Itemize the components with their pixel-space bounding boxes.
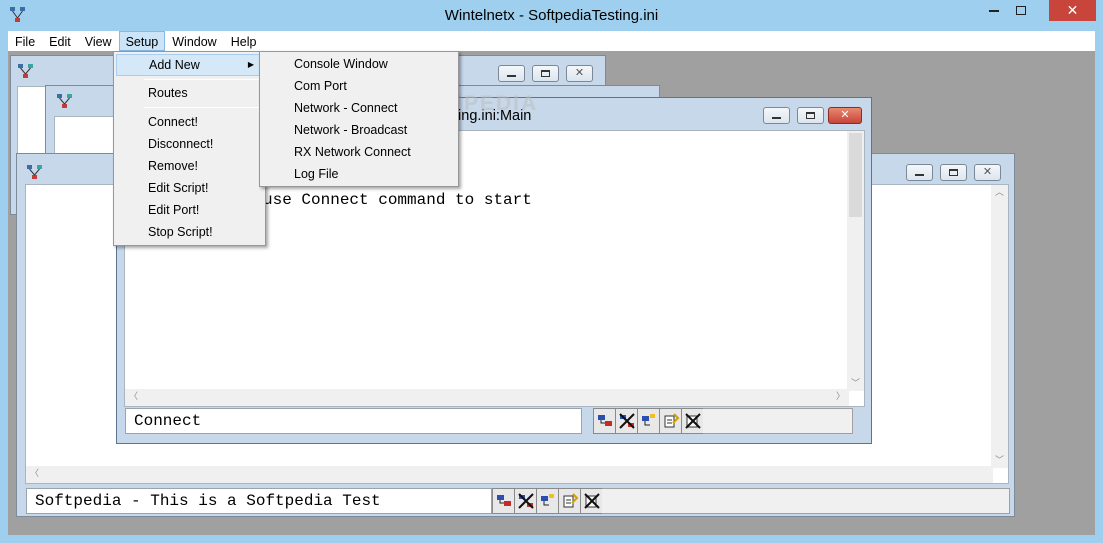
minimize-icon [915, 174, 924, 176]
maximize-icon [949, 169, 958, 176]
stop-button[interactable] [681, 408, 704, 434]
maximize-icon [541, 70, 550, 77]
scroll-down-icon[interactable]: ﹀ [995, 456, 1004, 465]
disconnect-button[interactable] [615, 408, 638, 434]
connect-icon [496, 495, 511, 506]
network-icon [18, 64, 33, 78]
script-button[interactable] [637, 408, 660, 434]
disconnect-icon [517, 493, 534, 509]
minimize-icon [507, 75, 516, 77]
menu-bar: File Edit View Setup Window Help [8, 31, 1095, 51]
menu-separator [144, 79, 262, 80]
connect-icon [597, 415, 612, 426]
horizontal-scrollbar[interactable]: 〈 [26, 466, 993, 483]
stop-icon [583, 493, 600, 509]
scroll-down-icon[interactable]: ﹀ [851, 379, 860, 388]
scroll-left-icon[interactable]: 〈 [129, 392, 138, 401]
submenu-item-com-port[interactable]: Com Port [262, 75, 456, 97]
submenu-item-network-broadcast[interactable]: Network - Broadcast [262, 119, 456, 141]
menu-item-stop-script[interactable]: Stop Script! [116, 221, 263, 243]
scroll-up-icon[interactable]: ︿ [995, 188, 1004, 197]
menu-file[interactable]: File [8, 31, 42, 51]
menu-item-add-new[interactable]: Add New ▶ [116, 54, 263, 76]
child-maximize-button[interactable] [940, 164, 967, 181]
command-toolbar [492, 488, 1010, 514]
disconnect-button[interactable] [514, 488, 537, 514]
close-icon: ✕ [982, 166, 993, 178]
minimize-icon [772, 117, 781, 119]
title-bar[interactable]: Wintelnetx - SoftpediaTesting.ini ✕ [0, 0, 1103, 31]
menu-item-connect[interactable]: Connect! [116, 111, 263, 133]
toolbar-filler [602, 488, 1010, 514]
script-button[interactable] [536, 488, 559, 514]
command-toolbar [593, 408, 853, 434]
menu-help[interactable]: Help [224, 31, 264, 51]
maximize-button[interactable] [1007, 0, 1034, 21]
child-minimize-button[interactable] [763, 107, 790, 124]
menu-item-remove[interactable]: Remove! [116, 155, 263, 177]
stop-button[interactable] [580, 488, 603, 514]
child-close-button[interactable]: ✕ [566, 65, 593, 82]
disconnect-icon [618, 413, 635, 429]
command-input[interactable]: Connect [125, 408, 582, 434]
child-close-button[interactable]: ✕ [828, 107, 862, 124]
stop-icon [684, 413, 701, 429]
horizontal-scrollbar[interactable]: 〈 〉 [125, 389, 849, 406]
menu-item-routes[interactable]: Routes [116, 82, 263, 104]
minimize-icon [988, 9, 999, 12]
edit-icon [563, 493, 578, 508]
network-icon [27, 165, 42, 179]
menu-item-disconnect[interactable]: Disconnect! [116, 133, 263, 155]
menu-window[interactable]: Window [165, 31, 223, 51]
add-new-submenu: Console Window Com Port Network - Connec… [259, 51, 459, 187]
child-minimize-button[interactable] [906, 164, 933, 181]
submenu-item-rx-network-connect[interactable]: RX Network Connect [262, 141, 456, 163]
close-button[interactable]: ✕ [1049, 0, 1096, 21]
command-input[interactable]: Softpedia - This is a Softpedia Test [26, 488, 492, 514]
close-icon: ✕ [1066, 2, 1079, 18]
setup-dropdown-menu: Add New ▶ Routes Connect! Disconnect! Re… [113, 51, 266, 246]
child-maximize-button[interactable] [797, 107, 824, 124]
script-icon [641, 414, 655, 426]
child-close-button[interactable]: ✕ [974, 164, 1001, 181]
submenu-item-log-file[interactable]: Log File [262, 163, 456, 185]
script-icon [540, 494, 554, 506]
menu-edit[interactable]: Edit [42, 31, 78, 51]
vertical-scrollbar[interactable]: ﹀ [847, 131, 864, 391]
edit-button[interactable] [659, 408, 682, 434]
menu-item-edit-script[interactable]: Edit Script! [116, 177, 263, 199]
connect-button[interactable] [593, 408, 616, 434]
maximize-icon [1015, 6, 1026, 15]
menu-item-edit-port[interactable]: Edit Port! [116, 199, 263, 221]
close-icon: ✕ [840, 109, 850, 121]
connect-button[interactable] [492, 488, 515, 514]
child-minimize-button[interactable] [498, 65, 525, 82]
menu-separator [144, 107, 262, 108]
minimize-button[interactable] [980, 0, 1007, 21]
child-maximize-button[interactable] [532, 65, 559, 82]
console-line: use Connect command to start [263, 191, 532, 209]
submenu-arrow-icon: ▶ [247, 60, 254, 69]
network-icon [57, 94, 72, 108]
menu-setup[interactable]: Setup [118, 31, 166, 51]
close-icon: ✕ [574, 67, 585, 79]
submenu-item-network-connect[interactable]: Network - Connect [262, 97, 456, 119]
submenu-item-console-window[interactable]: Console Window [262, 53, 456, 75]
vertical-scrollbar[interactable]: ︿ ﹀ [991, 185, 1008, 468]
edit-button[interactable] [558, 488, 581, 514]
scroll-left-icon[interactable]: 〈 [30, 469, 39, 478]
toolbar-filler [703, 408, 853, 434]
scroll-right-icon[interactable]: 〉 [836, 392, 845, 401]
menu-view[interactable]: View [78, 31, 119, 51]
maximize-icon [806, 112, 815, 119]
window-title: Wintelnetx - SoftpediaTesting.ini [444, 7, 659, 24]
edit-icon [664, 413, 679, 428]
scrollbar-thumb[interactable] [849, 133, 862, 217]
